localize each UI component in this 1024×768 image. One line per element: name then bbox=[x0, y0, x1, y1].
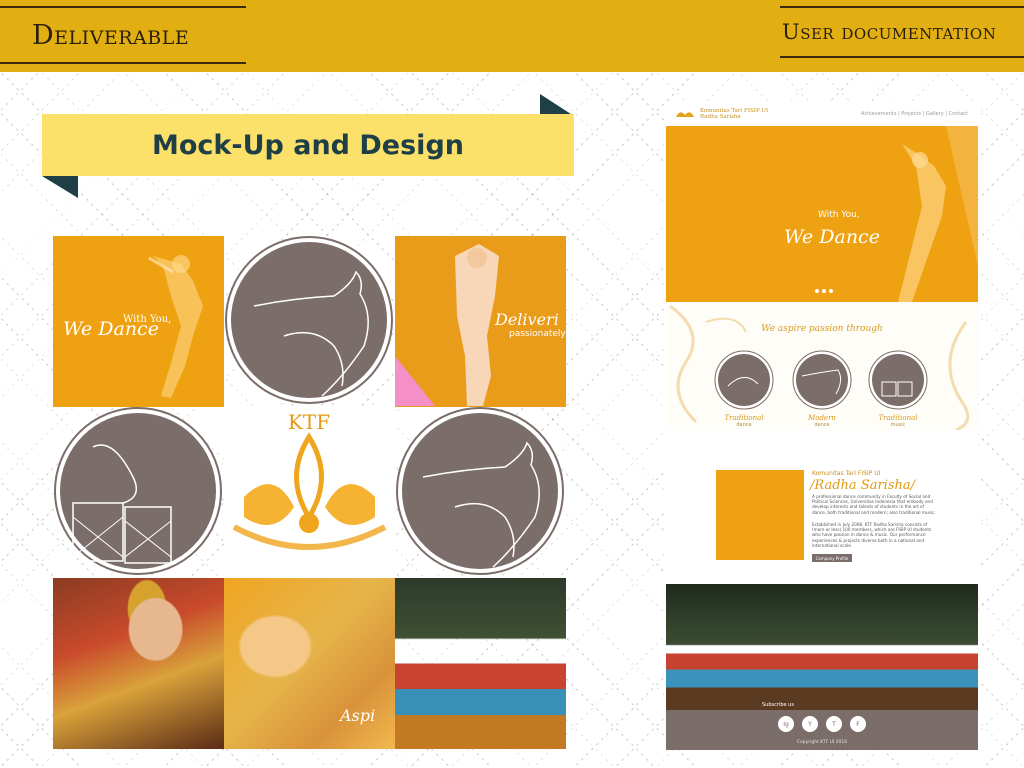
aspire-title: We aspire passion through bbox=[761, 324, 883, 334]
tile-circle-drums bbox=[53, 407, 224, 578]
tile-we-dance: With You, We Dance bbox=[53, 236, 224, 407]
header-right-box: User documentation bbox=[780, 6, 1024, 58]
svg-text:KTF: KTF bbox=[288, 410, 330, 434]
aspire-label-2-title: Modern bbox=[808, 414, 836, 422]
aspire-label-3-sub: music bbox=[890, 422, 906, 428]
traditional-dance-icon bbox=[714, 350, 774, 410]
modern-dance-icon bbox=[792, 350, 852, 410]
aspire-label-2: Modern dance bbox=[792, 414, 852, 428]
hero-title: We Dance bbox=[784, 226, 880, 248]
mockup-brand: Komunitas Tari FISIP UI Radha Sarisha bbox=[700, 108, 768, 120]
youtube-icon[interactable]: Y bbox=[802, 716, 818, 732]
ribbon-banner: Mock-Up and Design bbox=[42, 114, 574, 176]
tile-delivering-title: Deliveri bbox=[495, 310, 559, 329]
about-title: /Radha Sarisha/ bbox=[810, 478, 915, 493]
mockup-about-section: Komunitas Tari FISIP UI /Radha Sarisha/ … bbox=[666, 458, 978, 578]
facebook-icon[interactable]: F bbox=[850, 716, 866, 732]
dancer-line-art-icon bbox=[225, 236, 393, 404]
copyright-text: Copyright KTF UI 2016 bbox=[796, 740, 848, 745]
aspire-item-traditional-dance[interactable] bbox=[714, 350, 774, 410]
photo-balinese-dancer bbox=[53, 578, 224, 749]
instagram-icon[interactable]: Ig bbox=[778, 716, 794, 732]
tile-we-dance-title: We Dance bbox=[63, 318, 159, 340]
header-bar: Deliverable User documentation bbox=[0, 0, 1024, 72]
about-paragraph-1: A professional dance community in Facult… bbox=[812, 494, 936, 515]
aspire-label-1-sub: dance bbox=[736, 422, 752, 428]
mockup-aspire-section: We aspire passion through bbox=[666, 302, 978, 430]
twitter-icon[interactable]: T bbox=[826, 716, 842, 732]
photo-aspiring: Aspi bbox=[224, 578, 395, 749]
aspire-label-1-title: Traditional bbox=[724, 414, 764, 422]
carousel-dot[interactable] bbox=[822, 289, 826, 293]
tile-delivering: Deliveri passionately bbox=[395, 236, 566, 407]
hero-subtitle: With You, bbox=[818, 210, 860, 220]
tile-ktf-logo: KTF bbox=[224, 407, 395, 578]
about-paragraph-2: Established in July 2008, KTF Radha Sari… bbox=[812, 522, 932, 548]
aspire-label-3: Traditional music bbox=[868, 414, 928, 428]
traditional-music-icon bbox=[868, 350, 928, 410]
aspire-label-2-sub: dance bbox=[814, 422, 830, 428]
tile-delivering-sub: passionately bbox=[509, 329, 566, 339]
photo-group-dance bbox=[395, 578, 566, 749]
company-profile-button[interactable]: Company Profile bbox=[812, 554, 852, 562]
ribbon-title: Mock-Up and Design bbox=[151, 129, 464, 161]
dancer-line-art-icon-2 bbox=[396, 407, 564, 575]
aspire-item-traditional-music[interactable] bbox=[868, 350, 928, 410]
mockup-brand-line2: Radha Sarisha bbox=[700, 114, 741, 120]
mockup-footer: Subscribe us Ig Y T F Copyright KTF UI 2… bbox=[666, 702, 978, 750]
tile-circle-dancer-2 bbox=[395, 407, 566, 578]
aspire-label-1: Traditional dance bbox=[714, 414, 774, 428]
drums-line-art-icon bbox=[54, 407, 222, 575]
about-small-title: Komunitas Tari FISIP UI bbox=[812, 470, 881, 477]
user-documentation-heading: User documentation bbox=[782, 20, 997, 44]
header-left-box: Deliverable bbox=[0, 6, 246, 64]
carousel-dot[interactable] bbox=[815, 289, 819, 293]
aspire-label-3-title: Traditional bbox=[878, 414, 918, 422]
ktf-logo-icon: KTF bbox=[232, 410, 387, 550]
subscribe-label: Subscribe us bbox=[762, 702, 794, 708]
mockup-nav-links[interactable]: Achievements | Projects | Gallery | Cont… bbox=[861, 111, 968, 117]
mockup-navbar: Komunitas Tari FISIP UI Radha Sarisha Ac… bbox=[666, 102, 978, 126]
deliverable-heading: Deliverable bbox=[32, 19, 190, 51]
about-image bbox=[716, 470, 804, 560]
mockup-hero: With You, We Dance bbox=[666, 126, 978, 302]
website-mockup: Komunitas Tari FISIP UI Radha Sarisha Ac… bbox=[666, 102, 978, 750]
carousel-dot[interactable] bbox=[829, 289, 833, 293]
hero-carousel-dots[interactable] bbox=[815, 289, 833, 293]
tile-aspiring-text: Aspi bbox=[340, 706, 376, 725]
aspire-item-modern-dance[interactable] bbox=[792, 350, 852, 410]
mockup-group-photo bbox=[666, 584, 978, 710]
ktf-logo-small-icon bbox=[676, 112, 694, 117]
tile-circle-dancer-1 bbox=[224, 236, 395, 407]
